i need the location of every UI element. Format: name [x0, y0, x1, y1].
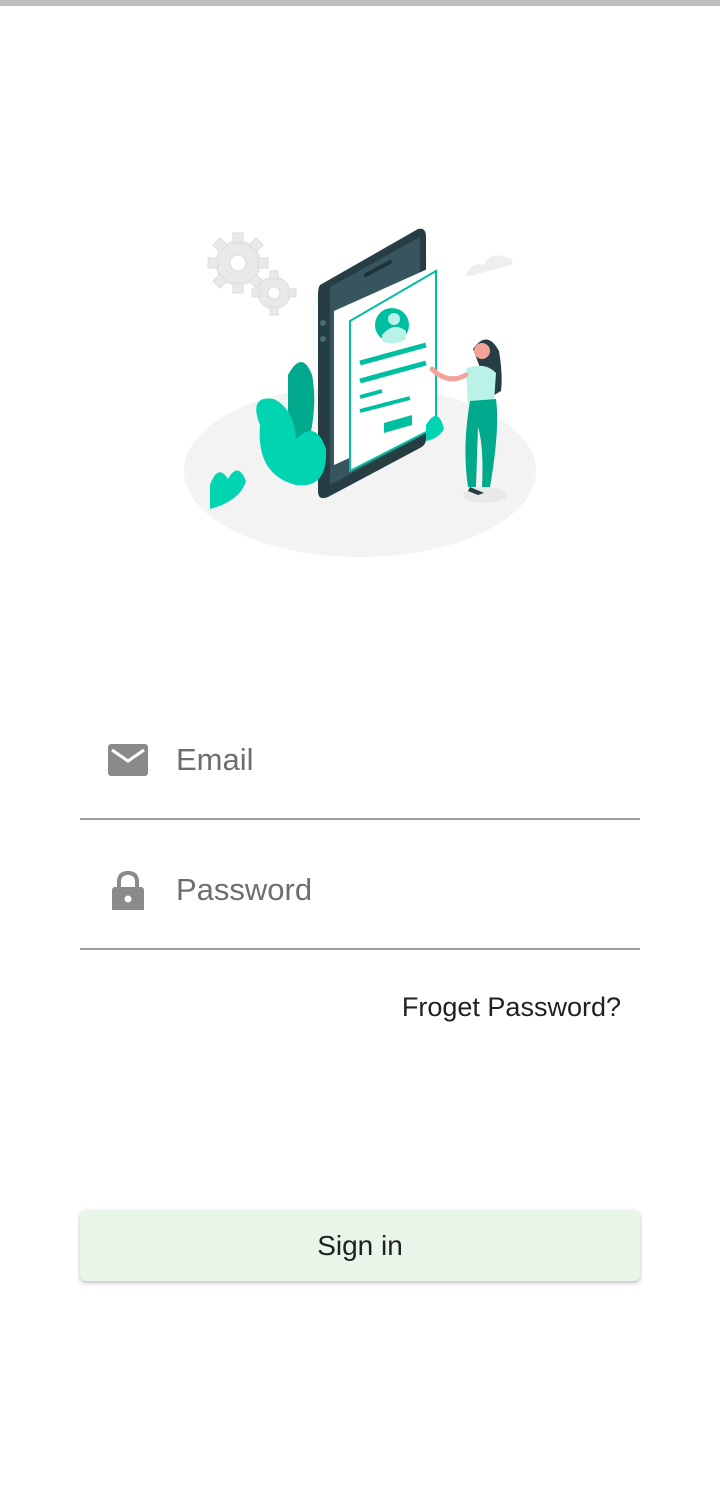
sign-in-button[interactable]: Sign in: [80, 1210, 640, 1281]
email-icon: [108, 744, 148, 776]
login-illustration: [184, 228, 536, 557]
gear-icon: [207, 232, 269, 294]
status-bar-strip: [0, 0, 720, 6]
forgot-password-link[interactable]: Froget Password?: [402, 992, 621, 1023]
password-input[interactable]: [176, 864, 616, 916]
password-field: [80, 850, 640, 950]
email-field: [80, 720, 640, 820]
lock-icon: [112, 870, 144, 910]
cloud-icon: [466, 255, 513, 277]
email-input[interactable]: [176, 734, 616, 786]
